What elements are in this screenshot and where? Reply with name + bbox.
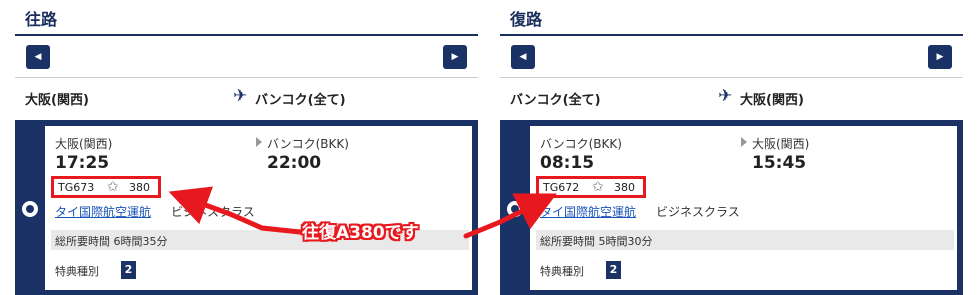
chevron-left-icon: ◀ (34, 52, 42, 62)
flight-info-highlight: TG673 ✩ 380 (51, 176, 161, 198)
plane-icon: ✈ (233, 86, 248, 106)
return-panel: 復路 ◀ ▶ バンコク(全て) ✈ 大阪(関西) バンコク(BKK) 大阪(関西… (500, 0, 963, 295)
flight-option-card[interactable]: 大阪(関西) バンコク(BKK) 17:25 22:00 TG673 ✩ 380… (15, 120, 478, 295)
route-origin: バンコク(全て) (510, 93, 601, 108)
cabin-class: ビジネスクラス (656, 205, 740, 219)
arrival-city: 大阪(関西) (752, 137, 810, 151)
duration-bar: 総所要時間 5時間30分 (536, 230, 954, 250)
return-title: 復路 (510, 10, 543, 29)
title-divider (500, 34, 963, 36)
outbound-panel: 往路 ◀ ▶ 大阪(関西) ✈ バンコク(全て) 大阪(関西) バンコク(BKK… (15, 0, 478, 295)
date-navigation: ◀ ▶ (500, 38, 963, 78)
chevron-right-icon: ▶ (451, 52, 459, 62)
award-type-badge[interactable]: 2 (606, 261, 621, 279)
arrival-time: 22:00 (267, 153, 322, 173)
route-destination: 大阪(関西) (740, 93, 804, 108)
award-type-badge[interactable]: 2 (121, 261, 136, 279)
flight-number: TG672 (543, 181, 580, 194)
plane-icon: ✈ (718, 86, 733, 106)
aircraft-type: 380 (614, 181, 635, 194)
cabin-class: ビジネスクラス (171, 205, 255, 219)
route-origin: 大阪(関西) (25, 93, 89, 108)
chevron-left-icon: ◀ (519, 52, 527, 62)
flight-details: 大阪(関西) バンコク(BKK) 17:25 22:00 TG673 ✩ 380… (45, 126, 472, 290)
flight-info-highlight: TG672 ✩ 380 (536, 176, 646, 198)
next-date-button[interactable]: ▶ (443, 45, 467, 69)
arrival-city: バンコク(BKK) (267, 137, 349, 151)
title-divider (15, 34, 478, 36)
outbound-title: 往路 (25, 10, 58, 29)
flight-select-radio[interactable] (22, 201, 38, 217)
route-header: バンコク(全て) ✈ 大阪(関西) (500, 86, 963, 110)
previous-date-button[interactable]: ◀ (511, 45, 535, 69)
previous-date-button[interactable]: ◀ (26, 45, 50, 69)
flight-number: TG673 (58, 181, 95, 194)
departure-city: 大阪(関西) (55, 137, 113, 151)
flight-select-radio[interactable] (507, 201, 523, 217)
total-duration: 総所要時間 5時間30分 (540, 235, 653, 248)
arrow-right-icon (741, 137, 747, 147)
aircraft-type: 380 (129, 181, 150, 194)
total-duration: 総所要時間 6時間35分 (55, 235, 168, 248)
star-alliance-icon: ✩ (107, 179, 119, 195)
arrival-time: 15:45 (752, 153, 807, 173)
chevron-right-icon: ▶ (936, 52, 944, 62)
annotation-label: 往復A380です (302, 223, 419, 243)
operating-airline-link[interactable]: タイ国際航空運航 (55, 203, 151, 220)
star-alliance-icon: ✩ (592, 179, 604, 195)
next-date-button[interactable]: ▶ (928, 45, 952, 69)
departure-time: 08:15 (540, 153, 595, 173)
route-header: 大阪(関西) ✈ バンコク(全て) (15, 86, 478, 110)
flight-details: バンコク(BKK) 大阪(関西) 08:15 15:45 TG672 ✩ 380… (530, 126, 957, 290)
date-navigation: ◀ ▶ (15, 38, 478, 78)
operating-airline-link[interactable]: タイ国際航空運航 (540, 203, 636, 220)
award-type-label: 特典種別 (55, 265, 99, 278)
departure-city: バンコク(BKK) (540, 137, 622, 151)
route-destination: バンコク(全て) (255, 93, 346, 108)
award-type-label: 特典種別 (540, 265, 584, 278)
arrow-right-icon (256, 137, 262, 147)
departure-time: 17:25 (55, 153, 110, 173)
flight-option-card[interactable]: バンコク(BKK) 大阪(関西) 08:15 15:45 TG672 ✩ 380… (500, 120, 963, 295)
